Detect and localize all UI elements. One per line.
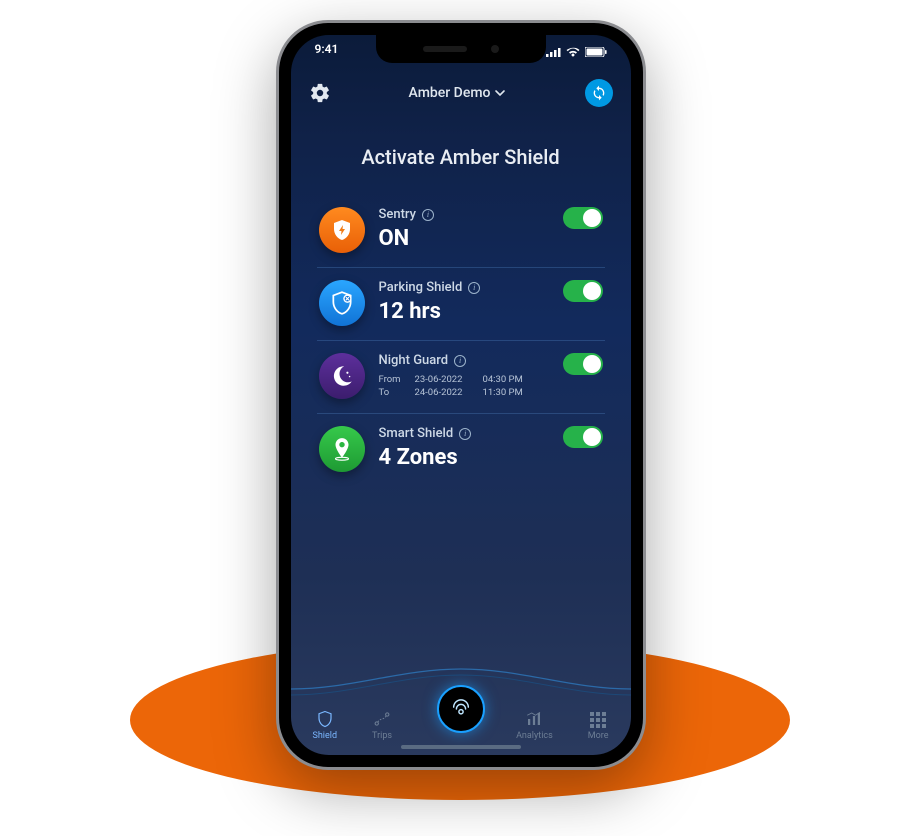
wifi-icon [566, 47, 580, 57]
from-label: From [379, 374, 407, 385]
from-time: 04:30 PM [483, 374, 523, 385]
broadcast-icon [450, 698, 472, 720]
battery-icon [585, 47, 607, 57]
bottom-nav: Shield Trips Analytics More [291, 665, 631, 755]
settings-button[interactable] [309, 82, 331, 104]
to-label: To [379, 387, 407, 398]
home-indicator [401, 745, 521, 749]
night-from-row: From 23-06-2022 04:30 PM [379, 374, 549, 385]
info-icon[interactable]: i [459, 428, 471, 440]
app-header: Amber Demo [291, 79, 631, 107]
card-sentry: Sentry i ON [317, 195, 605, 267]
grid-icon [590, 712, 606, 728]
sentry-toggle[interactable] [563, 207, 603, 229]
info-icon[interactable]: i [422, 209, 434, 221]
sync-icon [591, 85, 607, 101]
parking-value: 12 hrs [379, 299, 549, 324]
analytics-icon [525, 710, 543, 728]
status-indicators [546, 42, 607, 62]
night-to-row: To 24-06-2022 11:30 PM [379, 387, 549, 398]
parking-badge [319, 280, 365, 326]
device-selector[interactable]: Amber Demo [409, 85, 507, 101]
card-night-guard: Night Guard i From 23-06-2022 04:30 PM T… [317, 340, 605, 413]
info-icon[interactable]: i [468, 282, 480, 294]
info-icon[interactable]: i [454, 355, 466, 367]
night-label: Night Guard [379, 353, 449, 368]
trips-icon [373, 710, 391, 728]
chevron-down-icon [494, 87, 506, 99]
parking-label: Parking Shield [379, 280, 463, 295]
sentry-badge [319, 207, 365, 253]
nav-trips[interactable]: Trips [372, 710, 392, 741]
device-name: Amber Demo [409, 85, 491, 101]
shield-list: Sentry i ON Parking Shield [317, 195, 605, 486]
smart-label: Smart Shield [379, 426, 454, 441]
status-time: 9:41 [315, 42, 339, 62]
from-date: 23-06-2022 [415, 374, 475, 385]
moon-icon [329, 363, 355, 389]
smart-toggle[interactable] [563, 426, 603, 448]
page-title: Activate Amber Shield [291, 145, 631, 169]
shield-icon [316, 710, 334, 728]
night-toggle[interactable] [563, 353, 603, 375]
parking-shield-icon [329, 290, 355, 316]
card-parking-shield: Parking Shield i 12 hrs [317, 267, 605, 340]
phone-bezel: 9:41 Amber Demo [279, 23, 643, 767]
card-smart-shield: Smart Shield i 4 Zones [317, 413, 605, 486]
smart-value: 4 Zones [379, 445, 549, 470]
nav-more[interactable]: More [588, 712, 609, 741]
nav-analytics[interactable]: Analytics [516, 710, 553, 741]
to-date: 24-06-2022 [415, 387, 475, 398]
refresh-button[interactable] [585, 79, 613, 107]
app-screen: 9:41 Amber Demo [291, 35, 631, 755]
phone-notch [376, 35, 546, 63]
nav-shield[interactable]: Shield [313, 710, 338, 741]
signal-icon [546, 47, 561, 57]
sentry-value: ON [379, 226, 549, 251]
nav-center-button[interactable] [437, 685, 485, 733]
night-badge [319, 353, 365, 399]
phone-frame: 9:41 Amber Demo [276, 20, 646, 770]
location-pin-icon [329, 436, 355, 462]
gear-icon [309, 82, 331, 104]
to-time: 11:30 PM [483, 387, 523, 398]
sentry-shield-icon [330, 218, 354, 242]
parking-toggle[interactable] [563, 280, 603, 302]
smart-badge [319, 426, 365, 472]
sentry-label: Sentry [379, 207, 416, 222]
